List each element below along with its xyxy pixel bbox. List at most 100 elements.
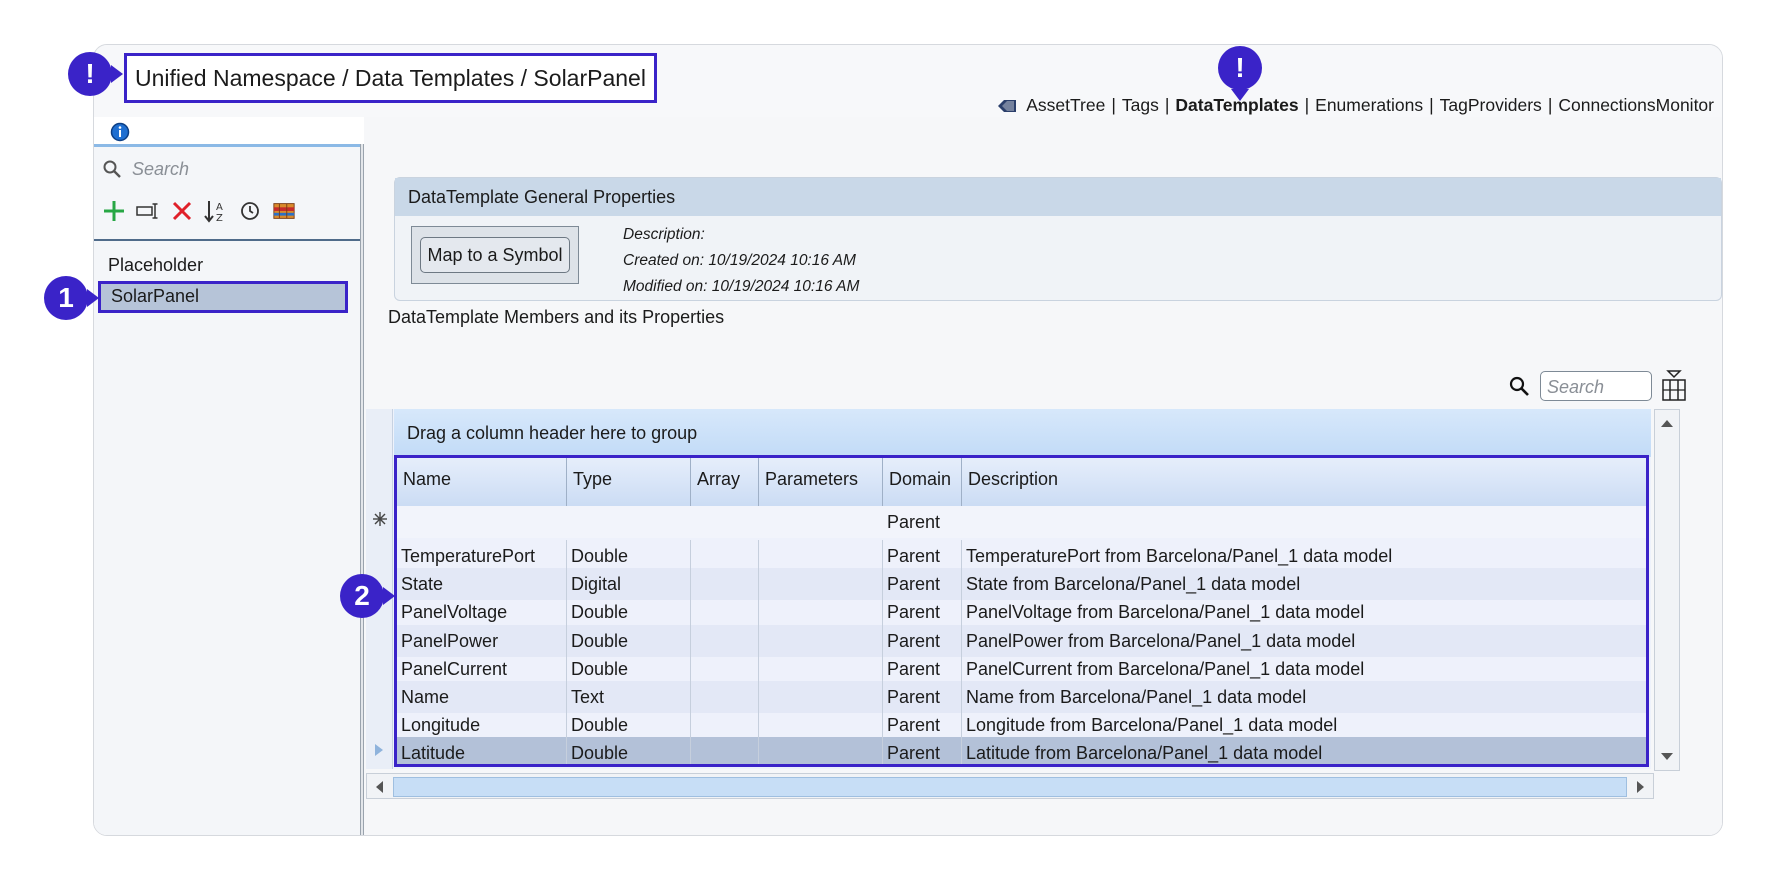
cell-type[interactable]: Double <box>567 652 691 685</box>
cell-type[interactable]: Double <box>567 737 691 764</box>
library-icon[interactable] <box>272 199 296 223</box>
cell-name[interactable]: PanelPower <box>397 624 567 657</box>
cell-name[interactable]: Name <box>397 681 567 713</box>
history-icon[interactable] <box>238 199 262 223</box>
scroll-left-icon[interactable] <box>374 780 384 794</box>
table-row[interactable]: Longitude Double Parent Longitude from Barc… <box>397 709 1646 742</box>
scroll-down-icon[interactable] <box>1660 752 1674 762</box>
cell-description[interactable]: PanelCurrent from Barcelona/Panel_1 data… <box>962 653 1646 685</box>
annotation-marker-tree: 1 <box>44 276 99 320</box>
cell-domain[interactable]: Parent <box>883 737 962 764</box>
column-header-array[interactable]: Array <box>691 458 759 506</box>
cell-parameters[interactable] <box>759 540 883 572</box>
column-header-name[interactable]: Name <box>397 458 567 506</box>
cell-type[interactable]: Double <box>567 709 691 742</box>
cell-array[interactable] <box>691 737 759 764</box>
cell-type[interactable]: Double <box>567 540 691 572</box>
cell-array[interactable] <box>691 540 759 572</box>
cell-parameters[interactable] <box>759 737 883 764</box>
nav-tag-providers[interactable]: TagProviders <box>1440 95 1542 116</box>
cell-parameters[interactable] <box>759 709 883 742</box>
table-row[interactable]: Latitude Double Parent Latitude from Barcel… <box>397 737 1646 764</box>
scroll-up-icon[interactable] <box>1660 418 1674 428</box>
cell-description[interactable]: Latitude from Barcelona/Panel_1 data mod… <box>962 737 1646 764</box>
vertical-scrollbar[interactable] <box>1654 409 1680 771</box>
delete-icon[interactable] <box>170 199 194 223</box>
map-to-symbol-button[interactable]: Map to a Symbol <box>420 237 570 273</box>
table-row[interactable]: Name Text Parent Name from Barcelona/Panel_… <box>397 681 1646 713</box>
cell-array[interactable] <box>691 709 759 742</box>
scroll-right-icon[interactable] <box>1636 780 1646 794</box>
cell-description[interactable]: State from Barcelona/Panel_1 data model <box>962 568 1646 600</box>
table-row[interactable]: PanelCurrent Double Parent PanelCurrent fro… <box>397 652 1646 685</box>
members-title: DataTemplate Members and its Properties <box>388 307 725 327</box>
cell-array[interactable] <box>691 681 759 713</box>
cell-name[interactable]: PanelCurrent <box>397 652 567 685</box>
cell-domain[interactable]: Parent <box>883 709 962 742</box>
cell-name[interactable]: PanelVoltage <box>397 596 567 629</box>
breadcrumb: Unified Namespace / Data Templates / Sol… <box>124 53 657 103</box>
cell-array[interactable] <box>691 596 759 629</box>
members-table: Name Type Array Parameters Domain Descri… <box>394 455 1649 767</box>
cell-domain[interactable]: Parent <box>883 681 962 713</box>
cell-array[interactable] <box>691 652 759 685</box>
cell-description[interactable]: PanelVoltage from Barcelona/Panel_1 data… <box>962 596 1646 628</box>
cell-domain[interactable]: Parent <box>883 568 962 601</box>
sort-az-icon[interactable]: AZ <box>204 199 228 223</box>
tag-icon <box>998 99 1017 112</box>
info-icon[interactable] <box>110 122 130 142</box>
rename-icon[interactable] <box>136 199 160 223</box>
cell-domain[interactable]: Parent <box>883 596 962 629</box>
group-by-bar[interactable]: Drag a column header here to group <box>394 409 1651 457</box>
cell-description[interactable]: Name from Barcelona/Panel_1 data model <box>962 681 1646 713</box>
cell-name[interactable]: Longitude <box>397 709 567 742</box>
table-row[interactable]: State Digital Parent State from Barcelona/P… <box>397 568 1646 601</box>
nav-enumerations[interactable]: Enumerations <box>1315 95 1423 116</box>
cell-parameters[interactable] <box>759 652 883 685</box>
cell-parameters[interactable] <box>759 681 883 713</box>
cell-parameters[interactable] <box>759 596 883 629</box>
horizontal-scroll-thumb[interactable] <box>393 777 1627 797</box>
cell-parameters[interactable] <box>759 624 883 657</box>
nav-separator: | <box>1164 95 1170 115</box>
column-header-description[interactable]: Description <box>962 458 1646 506</box>
annotation-marker-header: ! <box>68 52 123 96</box>
cell-domain[interactable]: Parent <box>883 652 962 685</box>
column-header-parameters[interactable]: Parameters <box>759 458 883 506</box>
members-search: Search <box>1508 371 1652 401</box>
column-header-domain[interactable]: Domain <box>883 458 962 506</box>
nav-connections-monitor[interactable]: ConnectionsMonitor <box>1558 95 1714 116</box>
cell-array[interactable] <box>691 568 759 601</box>
table-row[interactable]: PanelPower Double Parent PanelPower from Ba… <box>397 624 1646 657</box>
new-row[interactable]: Parent <box>397 506 1646 538</box>
cell-name[interactable]: TemperaturePort <box>397 540 567 572</box>
tree-search[interactable]: Search <box>102 153 352 185</box>
horizontal-scrollbar[interactable] <box>366 773 1654 799</box>
table-row[interactable]: PanelVoltage Double Parent PanelVoltage fro… <box>397 596 1646 629</box>
cell-type[interactable]: Double <box>567 596 691 629</box>
nav-tags[interactable]: Tags <box>1122 95 1159 116</box>
cell-domain[interactable]: Parent <box>883 540 962 572</box>
column-chooser-icon[interactable] <box>1660 369 1688 403</box>
cell-name[interactable]: State <box>397 568 567 601</box>
add-icon[interactable] <box>102 199 126 223</box>
tree-item-placeholder[interactable]: Placeholder <box>98 249 348 281</box>
tree-item-solarpanel[interactable]: SolarPanel <box>98 281 348 313</box>
cell-description[interactable]: TemperaturePort from Barcelona/Panel_1 d… <box>962 540 1646 572</box>
cell-domain[interactable]: Parent <box>883 624 962 657</box>
nav-asset-tree[interactable]: AssetTree <box>1026 95 1105 116</box>
cell-description[interactable]: PanelPower from Barcelona/Panel_1 data m… <box>962 625 1646 657</box>
cell-name[interactable]: Latitude <box>397 737 567 764</box>
cell-type[interactable]: Text <box>567 681 691 713</box>
template-tree-panel: Search AZ Placeholder SolarPanel <box>94 144 360 835</box>
column-header-type[interactable]: Type <box>567 458 691 506</box>
table-row[interactable]: TemperaturePort Double Parent TemperaturePo… <box>397 540 1646 572</box>
cell-parameters[interactable] <box>759 568 883 601</box>
nav-separator: | <box>1429 95 1434 115</box>
cell-type[interactable]: Digital <box>567 568 691 601</box>
members-search-input[interactable]: Search <box>1540 371 1652 401</box>
cell-array[interactable] <box>691 624 759 657</box>
template-metadata: Description: Created on: 10/19/2024 10:1… <box>623 222 859 300</box>
cell-type[interactable]: Double <box>567 624 691 657</box>
cell-description[interactable]: Longitude from Barcelona/Panel_1 data mo… <box>962 709 1646 741</box>
